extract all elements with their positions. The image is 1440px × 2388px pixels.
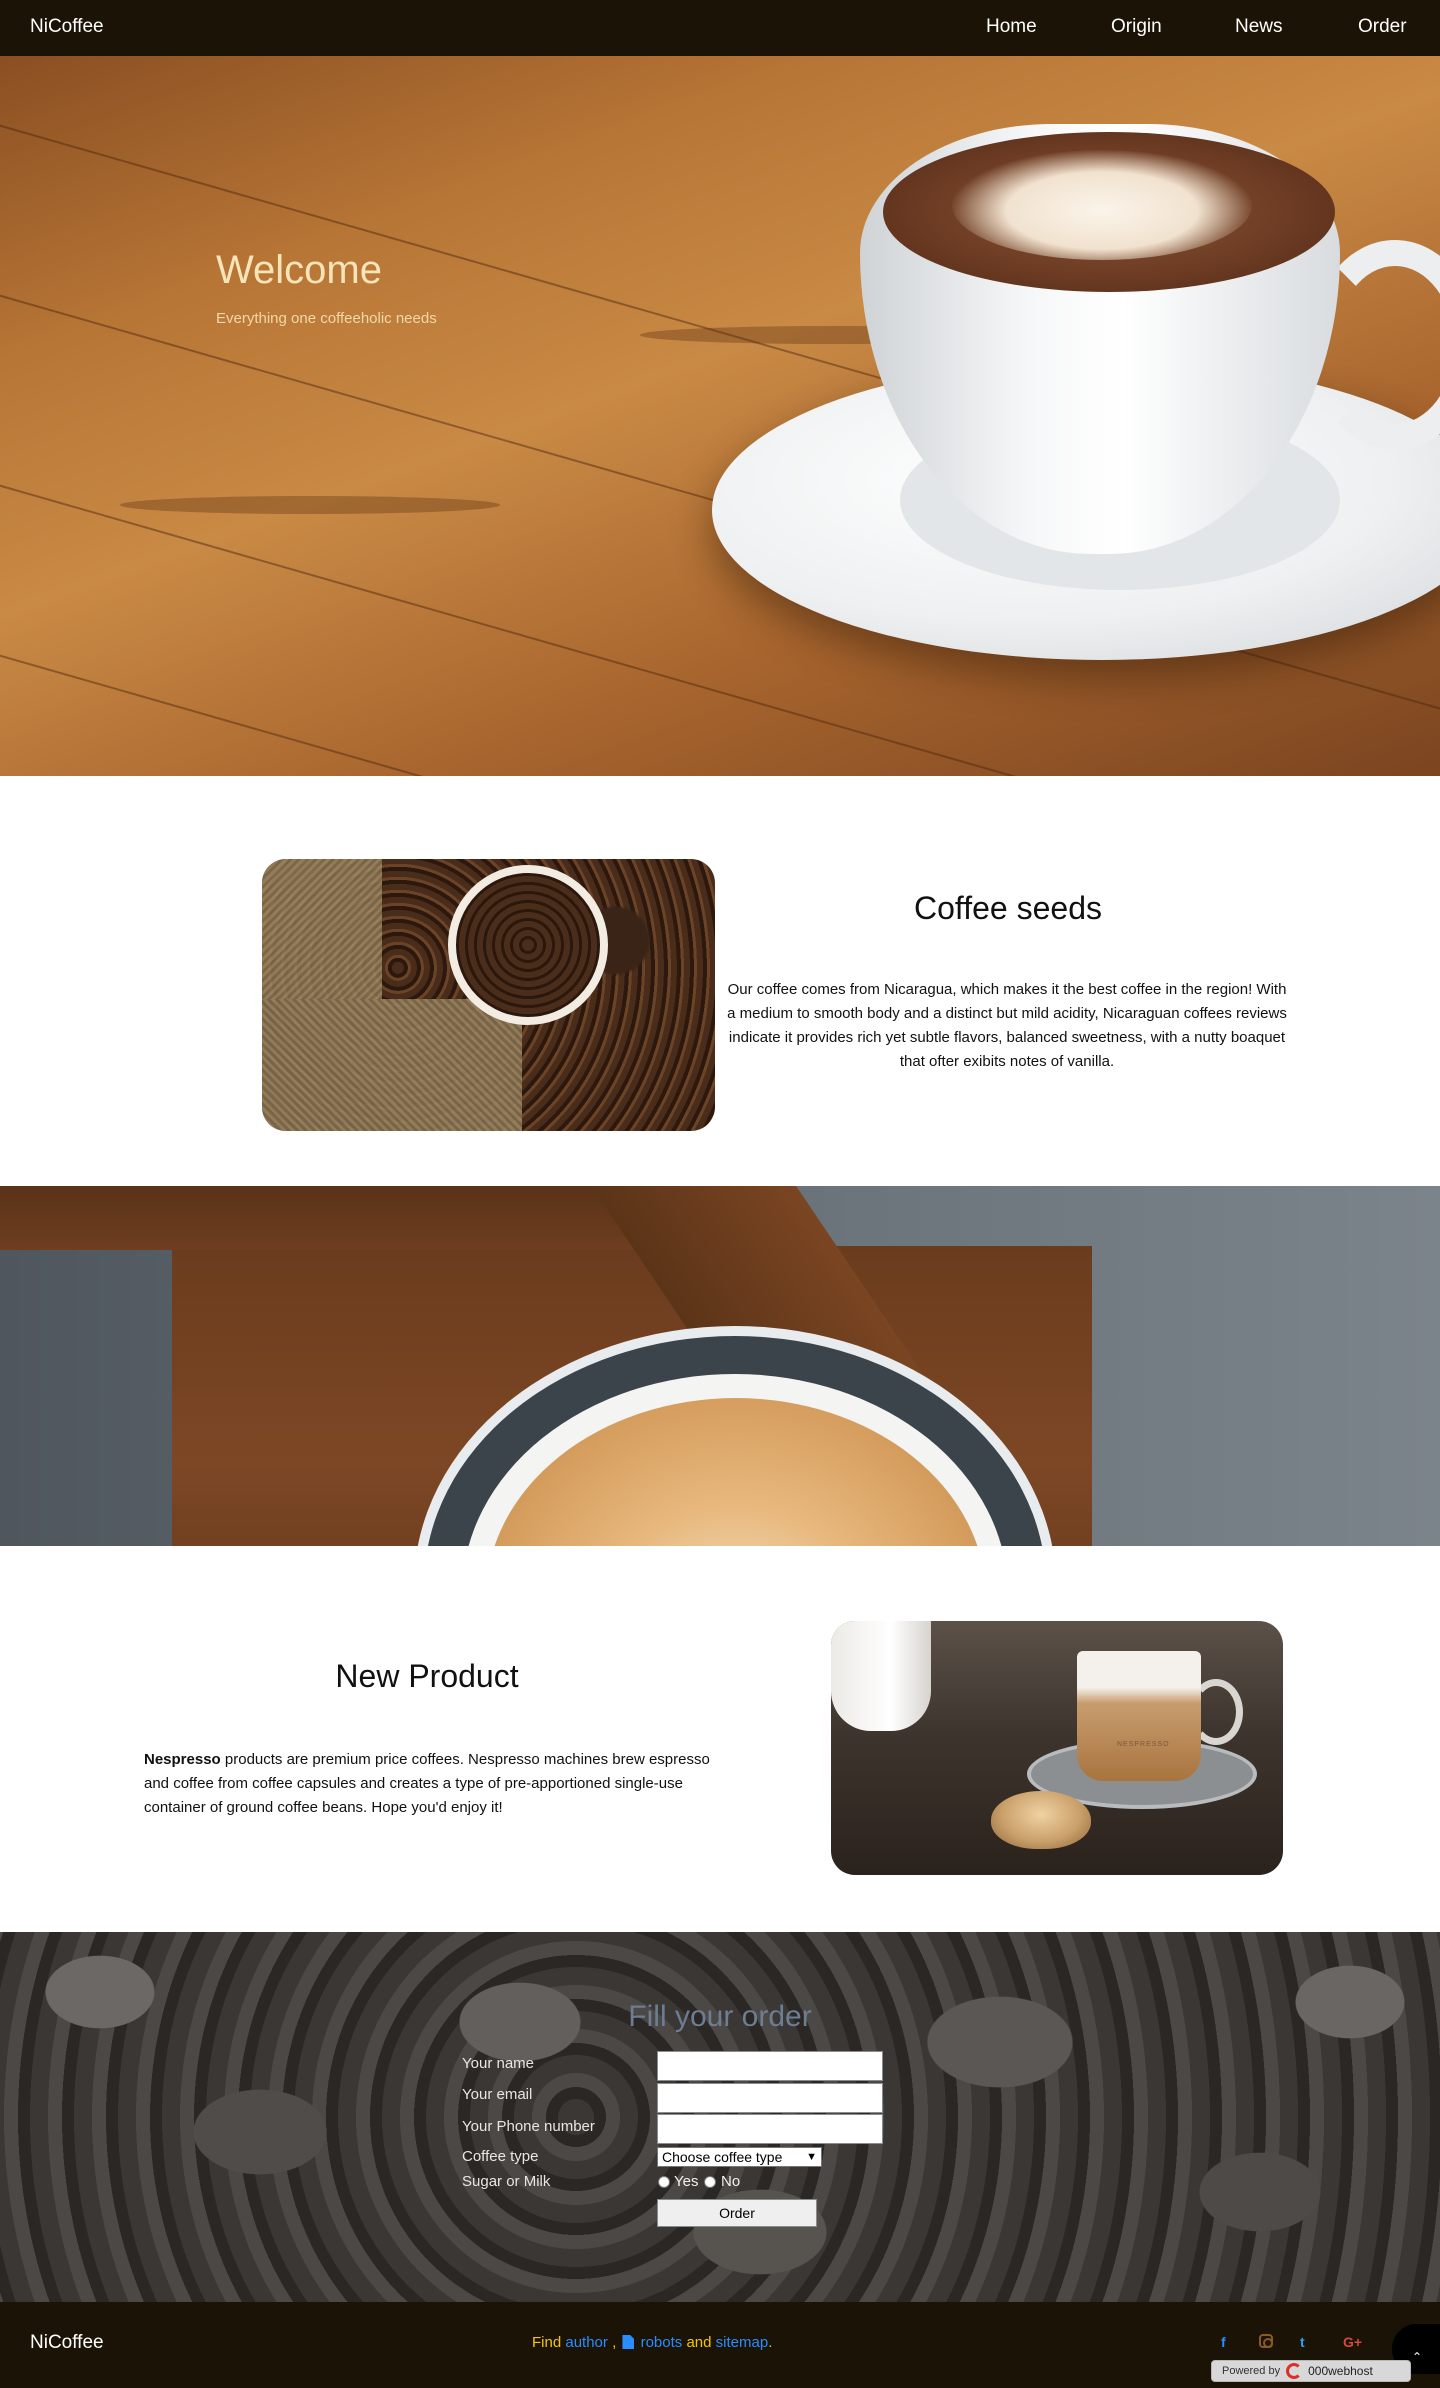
nav-home[interactable]: Home (986, 16, 1037, 38)
phone-input[interactable] (657, 2114, 883, 2144)
radio-no-label: No (721, 2173, 741, 2190)
new-product-desc: products are premium price coffees. Nesp… (144, 1751, 710, 1816)
chevron-down-icon: ▼ (806, 2151, 817, 2163)
chevron-up-icon: ⌃ (1412, 2350, 1423, 2364)
powered-by-badge[interactable]: Powered by 000webhost (1211, 2360, 1411, 2382)
new-product-text: Nespresso products are premium price cof… (144, 1748, 724, 1820)
coffee-cup-band (0, 1186, 1440, 1546)
sitemap-link[interactable]: sitemap (716, 2334, 769, 2351)
hero-subtitle: Everything one coffeeholic needs (216, 310, 437, 327)
coffee-type-selected: Choose coffee type (662, 2149, 783, 2165)
email-input[interactable] (657, 2083, 883, 2113)
radio-yes-label: Yes (674, 2173, 699, 2190)
webhost-logo-icon (1286, 2363, 1303, 2379)
footer-and: and (682, 2334, 716, 2351)
nespresso-logo: NESPRESSO (1117, 1741, 1170, 1748)
facebook-icon[interactable]: f (1221, 2334, 1226, 2350)
footer-links: Find author , robots and sitemap. (532, 2334, 772, 2351)
googleplus-icon[interactable]: G+ (1343, 2334, 1362, 2350)
nav-origin[interactable]: Origin (1111, 16, 1162, 38)
host-name: 000webhost (1308, 2364, 1373, 2378)
new-product-title: New Product (335, 1658, 519, 1694)
name-input[interactable] (657, 2051, 883, 2081)
email-label: Your email (462, 2086, 533, 2103)
nespresso-image: NESPRESSO (831, 1621, 1283, 1875)
nav-news[interactable]: News (1235, 16, 1283, 38)
footer-find-text: Find (532, 2334, 566, 2351)
footer-brand[interactable]: NiCoffee (30, 2332, 104, 2354)
radio-yes[interactable] (658, 2176, 670, 2188)
new-product-brand: Nespresso (144, 1751, 221, 1768)
latte-art (952, 150, 1252, 260)
order-title: Fill your order (628, 2000, 812, 2033)
order-submit-button[interactable]: Order (657, 2199, 817, 2227)
file-icon (622, 2335, 635, 2349)
radio-no[interactable] (704, 2176, 716, 2188)
robots-link[interactable]: robots (641, 2334, 683, 2351)
coffee-seeds-image (262, 859, 715, 1131)
nav-order[interactable]: Order (1358, 16, 1407, 38)
phone-label: Your Phone number (462, 2118, 595, 2135)
sugar-milk-label: Sugar or Milk (462, 2173, 551, 2190)
navbar (0, 0, 1440, 56)
name-label: Your name (462, 2055, 534, 2072)
hero-title: Welcome (216, 248, 382, 292)
twitter-icon[interactable]: t (1300, 2334, 1305, 2350)
seeds-text: Our coffee comes from Nicaragua, which m… (727, 981, 1287, 1070)
seeds-title: Coffee seeds (914, 890, 1102, 926)
footer-period: . (768, 2334, 773, 2351)
instagram-icon[interactable] (1259, 2334, 1273, 2348)
footer-separator: , (607, 2334, 621, 2351)
coffee-type-select[interactable]: Choose coffee type ▼ (657, 2147, 822, 2167)
coffee-type-label: Coffee type (462, 2148, 539, 2165)
brand-logo[interactable]: NiCoffee (30, 16, 104, 38)
powered-by-text: Powered by (1222, 2365, 1281, 2377)
author-link[interactable]: author (565, 2334, 608, 2351)
